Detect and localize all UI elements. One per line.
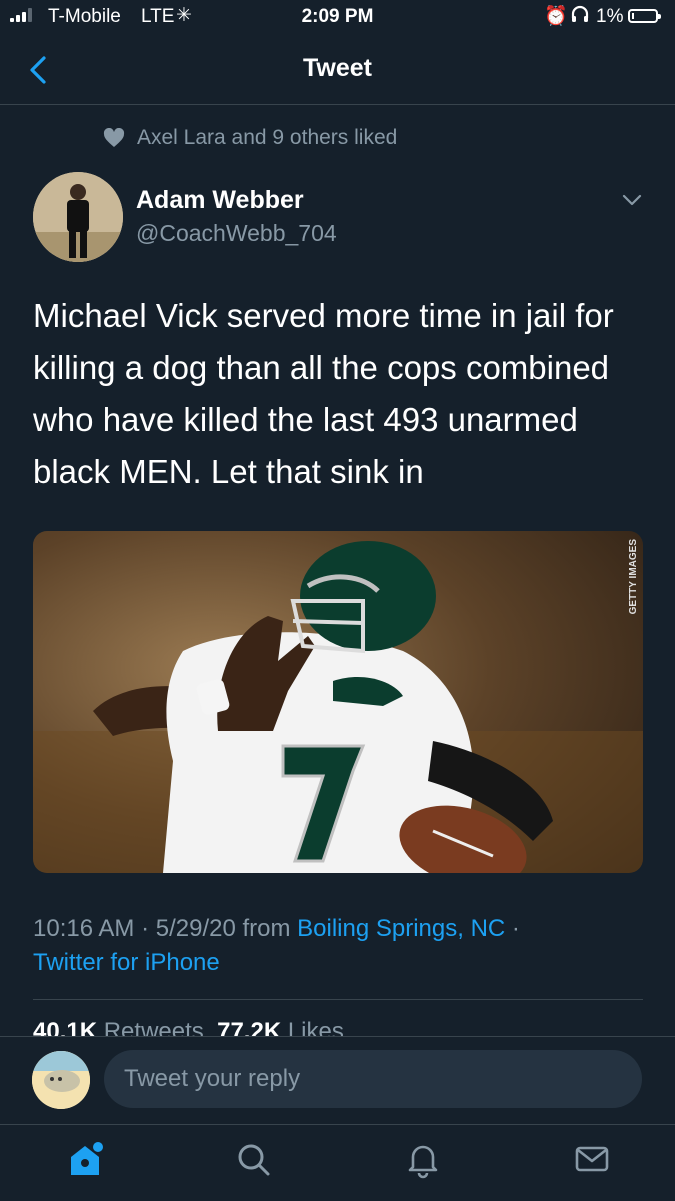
tweet-metadata: 10:16 AM · 5/29/20 from Boiling Springs,… <box>33 912 643 980</box>
retweets-count: 40.1K <box>33 1018 98 1036</box>
tweet-timestamp: 10:16 AM · 5/29/20 from <box>33 915 298 942</box>
chevron-down-icon <box>622 194 642 206</box>
likes-count: 77.2K <box>217 1018 282 1036</box>
bell-icon <box>408 1145 438 1179</box>
tab-home[interactable] <box>65 1139 105 1179</box>
user-avatar[interactable] <box>32 1051 90 1109</box>
more-options-button[interactable] <box>620 190 644 210</box>
home-icon <box>71 1142 103 1175</box>
image-credit: GETTY IMAGES <box>628 539 639 615</box>
divider <box>33 999 643 1000</box>
tab-notifications[interactable] <box>403 1139 443 1179</box>
reply-bar <box>0 1036 675 1125</box>
status-bar: T-Mobile LTE ✳ 2:09 PM ⏰ 1% <box>0 0 675 36</box>
reply-input[interactable] <box>104 1050 642 1108</box>
meta-separator: · <box>505 915 520 942</box>
nav-header: Tweet <box>0 36 675 105</box>
social-context[interactable]: Axel Lara and 9 others liked <box>103 126 397 150</box>
alarm-icon: ⏰ <box>544 6 568 27</box>
tweet-image[interactable]: GETTY IMAGES <box>33 531 643 873</box>
battery-icon <box>628 9 661 23</box>
page-title: Tweet <box>303 54 372 82</box>
tab-search[interactable] <box>233 1139 273 1179</box>
mail-icon <box>575 1146 609 1172</box>
tab-bar <box>0 1124 675 1201</box>
retweets-label: Retweets <box>103 1018 204 1036</box>
liked-by-text: Axel Lara and 9 others liked <box>137 126 398 149</box>
author-avatar[interactable] <box>33 172 123 262</box>
engagement-stats[interactable]: 40.1K Retweets 77.2K Likes <box>33 1018 344 1036</box>
author-handle[interactable]: @CoachWebb_704 <box>136 220 337 247</box>
search-icon <box>238 1144 270 1176</box>
headphones-icon <box>570 4 590 30</box>
author-name[interactable]: Adam Webber <box>136 186 304 215</box>
heart-icon <box>103 128 125 147</box>
likes-label: Likes <box>287 1018 344 1036</box>
tweet-text: Michael Vick served more time in jail fo… <box>33 297 614 490</box>
client-link[interactable]: Twitter for iPhone <box>33 949 220 976</box>
tab-messages[interactable] <box>572 1139 612 1179</box>
battery-percent: 1% <box>596 6 624 27</box>
location-link[interactable]: Boiling Springs, NC <box>297 915 505 942</box>
